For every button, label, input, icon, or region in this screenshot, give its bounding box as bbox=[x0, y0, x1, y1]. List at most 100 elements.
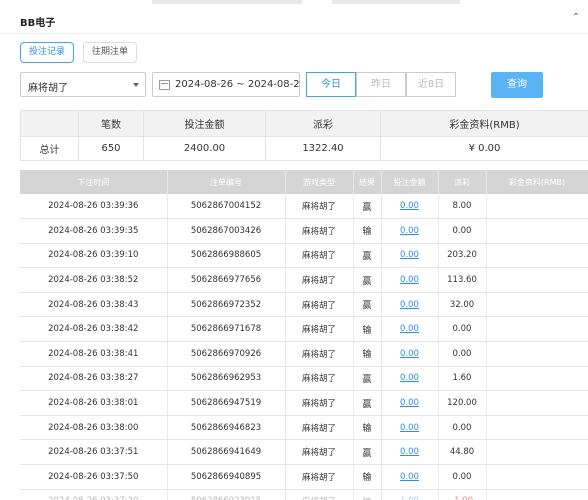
search-button[interactable]: 查询 bbox=[491, 72, 543, 98]
cell-game-type: 麻将胡了 bbox=[285, 464, 354, 490]
col-header-bet-id: 注单编号 bbox=[167, 170, 286, 194]
cell-jackpot bbox=[486, 366, 588, 392]
summary-header-payout: 派彩 bbox=[265, 110, 381, 137]
cell-bet-time: 2024-08-26 03:37:51 bbox=[20, 439, 168, 466]
bet-amount-link[interactable]: 0.00 bbox=[400, 398, 419, 408]
table-row: 2024-08-26 03:39:36 5062867004152 麻将胡了赢 0.0… bbox=[20, 194, 588, 220]
date-range-picker[interactable]: 2024-08-26 ~ 2024-08-26 bbox=[152, 72, 300, 97]
cell-bet-amount: 0.00 bbox=[381, 464, 439, 490]
tab-bet-records[interactable]: 投注记录 bbox=[20, 42, 75, 63]
bet-amount-link[interactable]: 0.00 bbox=[400, 349, 419, 359]
cell-bet-amount: 0.00 bbox=[381, 267, 439, 293]
cell-game-type: 麻将胡了 bbox=[285, 415, 354, 441]
cell-bet-amount: 0.00 bbox=[381, 194, 439, 220]
game-select[interactable]: 麻将胡了 bbox=[20, 72, 146, 97]
bet-amount-link[interactable]: 0.00 bbox=[400, 275, 419, 285]
summary-header-row: 笔数 投注金额 派彩 彩金资料(RMB) bbox=[20, 110, 588, 137]
cell-bet-amount: 0.00 bbox=[381, 341, 439, 367]
cell-bet-time: 2024-08-26 03:38:43 bbox=[20, 292, 168, 318]
collapse-chevron-icon[interactable]: ⌃ bbox=[570, 12, 582, 24]
bet-amount-link[interactable]: 0.00 bbox=[400, 373, 419, 383]
bet-amount-link[interactable]: 0.00 bbox=[400, 250, 419, 260]
game-select-value: 麻将胡了 bbox=[28, 83, 68, 94]
cell-bet-time: 2024-08-26 03:38:52 bbox=[20, 267, 168, 293]
cell-bet-time: 2024-08-26 03:38:01 bbox=[20, 390, 168, 416]
cell-payout: 120.00 bbox=[438, 390, 487, 416]
cell-payout: 0.00 bbox=[438, 415, 487, 441]
cell-bet-time: 2024-08-26 03:37:20 bbox=[20, 489, 168, 500]
cell-payout: 0.00 bbox=[438, 464, 487, 490]
cell-bet-id: 5062866971678 bbox=[167, 316, 286, 343]
cell-jackpot bbox=[486, 390, 588, 416]
bet-amount-link[interactable]: 0.00 bbox=[400, 447, 419, 457]
cell-bet-amount: 0.00 bbox=[381, 366, 439, 392]
cell-bet-time: 2024-08-26 03:38:00 bbox=[20, 415, 168, 441]
cell-game-type: 麻将胡了 bbox=[285, 341, 354, 367]
summary-table: 笔数 投注金额 派彩 彩金资料(RMB) 总计 650 2400.00 1322… bbox=[20, 110, 588, 161]
cell-payout: 1.60 bbox=[438, 366, 487, 392]
summary-header-jackpot: 彩金资料(RMB) bbox=[380, 110, 588, 137]
cell-bet-time: 2024-08-26 03:37:50 bbox=[20, 464, 168, 490]
summary-header-blank bbox=[20, 110, 79, 137]
cell-bet-time: 2024-08-26 03:39:10 bbox=[20, 243, 168, 269]
bet-amount-link[interactable]: 0.00 bbox=[400, 226, 419, 236]
cell-jackpot bbox=[486, 316, 588, 343]
cell-game-type: 麻将胡了 bbox=[285, 316, 354, 343]
cell-result: 输 bbox=[353, 341, 382, 367]
cell-bet-time: 2024-08-26 03:39:35 bbox=[20, 218, 168, 244]
cell-bet-id: 5062866977656 bbox=[167, 267, 286, 293]
table-row: 2024-08-26 03:38:52 5062866977656 麻将胡了赢 0.0… bbox=[20, 267, 588, 293]
cell-jackpot bbox=[486, 267, 588, 293]
cell-game-type: 麻将胡了 bbox=[285, 194, 354, 220]
bet-amount-link[interactable]: 0.00 bbox=[400, 324, 419, 334]
cell-payout: 0.00 bbox=[438, 341, 487, 367]
cell-bet-id: 5062867003426 bbox=[167, 218, 286, 244]
records-header-row: 下注时间 注单编号 游戏类型 结果 投注金额 派彩 彩金资料(RMB) bbox=[20, 170, 588, 194]
summary-total-count: 650 bbox=[78, 136, 144, 161]
date-range-value: 2024-08-26 ~ 2024-08-26 bbox=[175, 79, 300, 90]
cell-bet-id: 5062866923015 bbox=[167, 489, 286, 500]
cell-bet-amount: 0.00 bbox=[381, 415, 439, 441]
cell-bet-id: 5062866940895 bbox=[167, 464, 286, 490]
cell-jackpot bbox=[486, 194, 588, 220]
summary-header-bet-amount: 投注金额 bbox=[143, 110, 266, 137]
dropdown-arrow-icon bbox=[133, 83, 139, 87]
cell-bet-time: 2024-08-26 03:38:27 bbox=[20, 366, 168, 392]
top-tab-placeholder bbox=[332, 0, 460, 4]
cell-result: 赢 bbox=[353, 439, 382, 466]
table-row: 2024-08-26 03:38:00 5062866946823 麻将胡了输 0.0… bbox=[20, 415, 588, 441]
cell-bet-time: 2024-08-26 03:38:41 bbox=[20, 341, 168, 367]
col-header-bet-amount: 投注金额 bbox=[381, 170, 439, 194]
cell-game-type: 麻将胡了 bbox=[285, 267, 354, 293]
cell-bet-amount: 0.00 bbox=[381, 439, 439, 466]
cell-bet-id: 5062866988605 bbox=[167, 243, 286, 269]
cell-bet-amount: 0.00 bbox=[381, 390, 439, 416]
col-header-result: 结果 bbox=[353, 170, 382, 194]
bet-amount-link[interactable]: 0.00 bbox=[400, 300, 419, 310]
cell-payout: 113.60 bbox=[438, 267, 487, 293]
table-row: 2024-08-26 03:38:43 5062866972352 麻将胡了赢 0.0… bbox=[20, 292, 588, 318]
bet-amount-link[interactable]: 0.00 bbox=[400, 201, 419, 211]
cell-bet-id: 5062866970926 bbox=[167, 341, 286, 367]
cell-bet-amount: 1.00 bbox=[381, 489, 439, 500]
yesterday-button[interactable]: 昨日 bbox=[356, 72, 406, 97]
summary-total-jackpot: ¥ 0.00 bbox=[380, 136, 588, 161]
col-header-jackpot: 彩金资料(RMB) bbox=[486, 170, 588, 194]
cell-result: 赢 bbox=[353, 267, 382, 293]
bet-amount-link[interactable]: 0.00 bbox=[400, 423, 419, 433]
last-8-days-button[interactable]: 近8日 bbox=[406, 72, 456, 97]
cell-game-type: 麻将胡了 bbox=[285, 489, 354, 500]
today-button[interactable]: 今日 bbox=[306, 72, 356, 97]
table-row: 2024-08-26 03:37:51 5062866941649 麻将胡了赢 0.0… bbox=[20, 439, 588, 466]
cell-bet-id: 5062866946823 bbox=[167, 415, 286, 441]
cell-payout: 0.00 bbox=[438, 316, 487, 343]
cell-jackpot bbox=[486, 464, 588, 490]
tab-past-bets[interactable]: 往期注单 bbox=[83, 42, 138, 63]
cell-bet-time: 2024-08-26 03:39:36 bbox=[20, 194, 168, 220]
bet-amount-link[interactable]: 0.00 bbox=[400, 472, 419, 482]
table-row: 2024-08-26 03:38:41 5062866970926 麻将胡了输 0.0… bbox=[20, 341, 588, 367]
cell-game-type: 麻将胡了 bbox=[285, 439, 354, 466]
cell-result: 输 bbox=[353, 218, 382, 244]
bet-amount-link[interactable]: 1.00 bbox=[400, 496, 419, 500]
cell-jackpot bbox=[486, 218, 588, 244]
